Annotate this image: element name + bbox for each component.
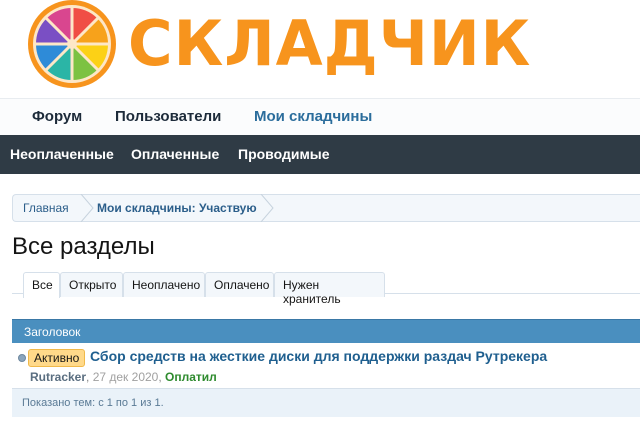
logo-text[interactable]: СКЛАДЧИК <box>128 8 531 80</box>
breadcrumb: Главная Мои складчины: Участвую <box>12 194 640 222</box>
breadcrumb-home[interactable]: Главная <box>23 201 69 215</box>
tab-need-keeper[interactable]: Нужен хранитель <box>274 272 385 306</box>
table-header: Заголовок <box>12 319 640 343</box>
subnav-paid[interactable]: Оплаченные <box>131 146 219 162</box>
sub-nav: Неоплаченные Оплаченные Проводимые <box>0 135 640 174</box>
thread-author[interactable]: Rutracker <box>30 370 86 384</box>
payment-status: Оплатил <box>165 370 217 384</box>
status-badge[interactable]: Активно <box>28 349 86 367</box>
tab-all[interactable]: Все <box>23 272 60 298</box>
page-title: Все разделы <box>12 233 155 260</box>
meta-separator: , <box>158 370 166 384</box>
main-content: Главная Мои складчины: Участвую Все разд… <box>0 174 640 421</box>
column-title-header[interactable]: Заголовок <box>24 325 80 339</box>
tab-unpaid[interactable]: Неоплачено <box>123 272 205 297</box>
nav-forum[interactable]: Форум <box>32 108 82 125</box>
thread-title-link[interactable]: Сбор средств на жесткие диски для поддер… <box>90 348 547 364</box>
breadcrumb-separator-icon <box>260 194 274 222</box>
citrus-slice-icon[interactable] <box>24 0 120 89</box>
nav-users[interactable]: Пользователи <box>115 108 221 125</box>
thread-date: 27 дек 2020 <box>92 370 159 384</box>
nav-my-skladchiny[interactable]: Мои складчины <box>254 108 372 125</box>
meta-separator: , <box>86 370 93 384</box>
table-row[interactable]: Активно Сбор средств на жесткие диски дл… <box>12 343 640 389</box>
thread-meta: Rutracker, 27 дек 2020, Оплатил <box>30 370 217 384</box>
subnav-conducted[interactable]: Проводимые <box>238 146 330 162</box>
table-footer: Показано тем: с 1 по 1 из 1. <box>12 389 640 417</box>
tab-open[interactable]: Открыто <box>60 272 123 297</box>
pagination-summary: Показано тем: с 1 по 1 из 1. <box>22 397 164 409</box>
breadcrumb-current[interactable]: Мои складчины: Участвую <box>97 201 257 215</box>
subnav-unpaid[interactable]: Неоплаченные <box>10 146 114 162</box>
tab-paid[interactable]: Оплачено <box>205 272 274 297</box>
unread-dot-icon <box>18 354 26 362</box>
breadcrumb-separator-icon <box>80 194 94 222</box>
site-header: СКЛАДЧИК <box>0 0 640 98</box>
main-nav: Форум Пользователи Мои складчины <box>0 98 640 135</box>
